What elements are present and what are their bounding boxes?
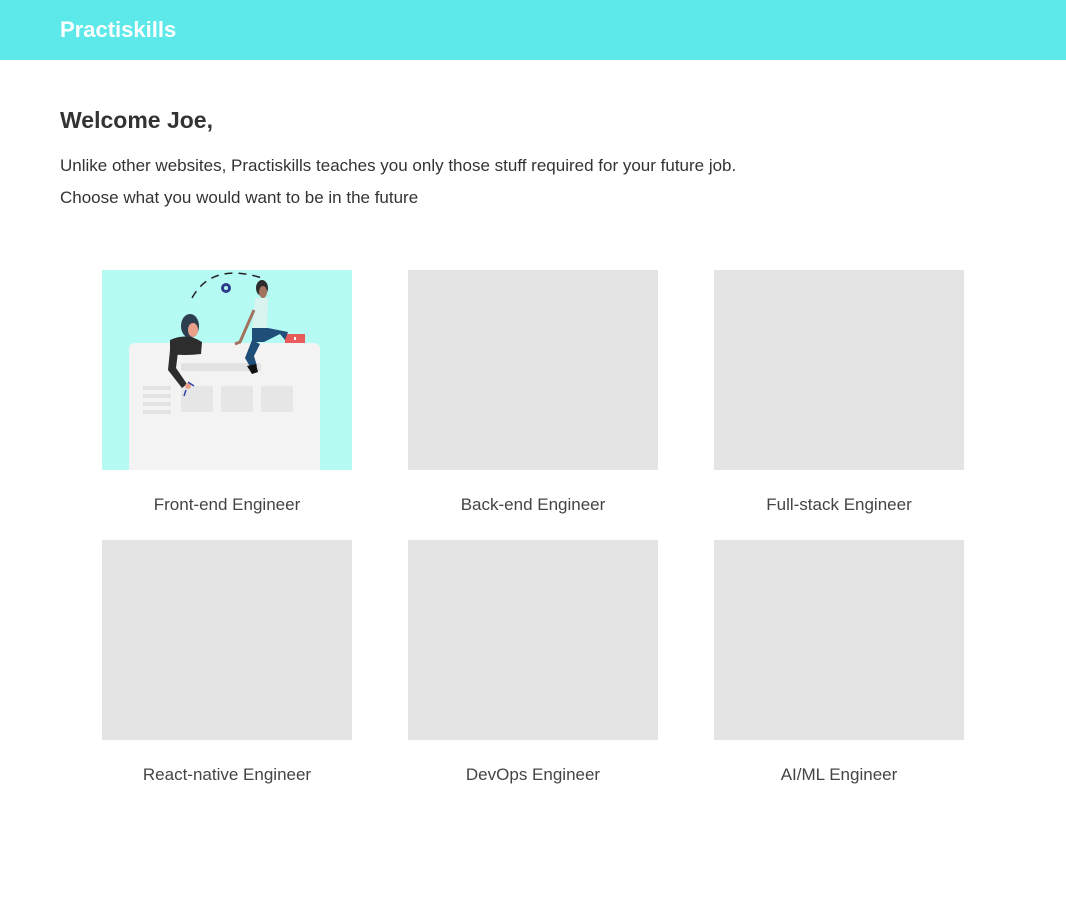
- career-card-label: AI/ML Engineer: [780, 765, 898, 784]
- career-card-devops[interactable]: DevOps Engineer: [408, 540, 658, 785]
- image-placeholder: [408, 270, 658, 470]
- career-card-front-end[interactable]: Front-end Engineer: [102, 270, 352, 515]
- career-card-full-stack[interactable]: Full-stack Engineer: [714, 270, 964, 515]
- front-end-illustration: [102, 270, 352, 470]
- team-building-illustration: [129, 272, 320, 470]
- top-app-bar: Practiskills: [0, 0, 1066, 60]
- image-placeholder: [102, 540, 352, 740]
- image-placeholder: [408, 540, 658, 740]
- career-card-back-end[interactable]: Back-end Engineer: [408, 270, 658, 515]
- choose-prompt-text: Choose what you would want to be in the …: [60, 188, 419, 207]
- intro-text: Unlike other websites, Practiskills teac…: [60, 156, 737, 175]
- career-card-label: React-native Engineer: [142, 765, 312, 784]
- image-placeholder: [714, 270, 964, 470]
- career-card-label: Back-end Engineer: [460, 495, 606, 514]
- gear-icon: [221, 283, 231, 293]
- brand-logo-link[interactable]: Practiskills: [60, 17, 176, 43]
- career-card-label: Front-end Engineer: [153, 495, 301, 514]
- career-card-react-native[interactable]: React-native Engineer: [102, 540, 352, 785]
- career-card-ai-ml[interactable]: AI/ML Engineer: [714, 540, 964, 785]
- welcome-heading: Welcome Joe,: [60, 107, 213, 133]
- image-placeholder: [714, 540, 964, 740]
- career-card-label: Full-stack Engineer: [766, 495, 912, 514]
- career-card-label: DevOps Engineer: [465, 765, 601, 784]
